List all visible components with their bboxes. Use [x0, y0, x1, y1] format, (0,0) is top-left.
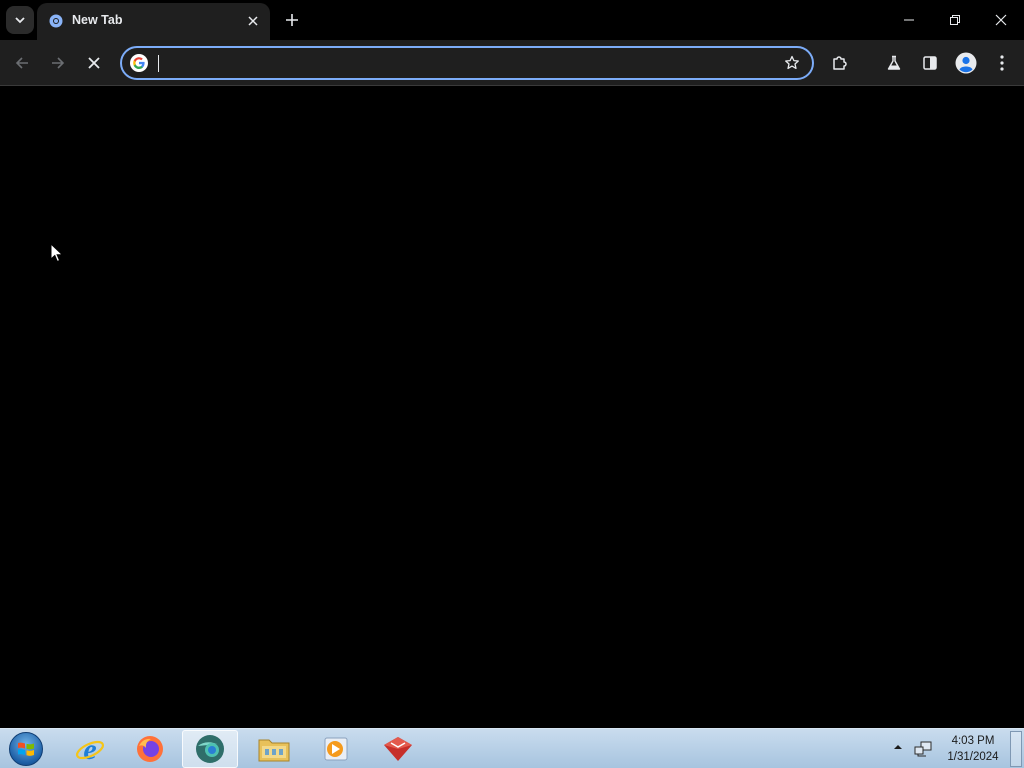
taskbar-app-red[interactable] [370, 730, 426, 768]
internet-explorer-icon: e [75, 733, 105, 765]
minimize-icon [904, 19, 914, 21]
forward-button[interactable] [44, 49, 72, 77]
firefox-icon [137, 736, 163, 762]
close-icon [248, 16, 258, 26]
taskbar-file-explorer[interactable] [246, 730, 302, 768]
browser-menu-button[interactable] [988, 49, 1016, 77]
close-icon [995, 14, 1007, 26]
mouse-cursor-icon [50, 243, 64, 263]
kebab-menu-icon [1000, 55, 1004, 71]
new-tab-button[interactable] [280, 8, 304, 32]
star-icon [785, 55, 799, 70]
taskbar-chromium[interactable] [182, 730, 238, 768]
title-bar: New Tab [0, 0, 1024, 40]
taskbar-firefox[interactable] [122, 730, 178, 768]
restore-icon [950, 15, 960, 25]
bookmark-button[interactable] [782, 53, 802, 73]
start-button[interactable] [6, 730, 46, 768]
extensions-button[interactable] [826, 49, 854, 77]
back-button[interactable] [8, 49, 36, 77]
google-icon [130, 54, 148, 72]
triangle-up-icon[interactable] [892, 742, 904, 752]
tab-title: New Tab [72, 13, 123, 27]
chromium-icon [196, 735, 224, 763]
show-desktop-button[interactable] [1010, 731, 1022, 767]
labs-button[interactable] [880, 49, 908, 77]
windows-orb-icon [9, 732, 43, 766]
browser-toolbar [0, 40, 1024, 112]
clock-time: 4:03 PM [951, 735, 995, 747]
taskbar: e 4:03 PM 1/31/2024 [0, 728, 1024, 768]
arrow-right-icon [52, 57, 65, 69]
close-window-button[interactable] [978, 0, 1024, 40]
address-input[interactable] [156, 52, 756, 74]
taskbar-internet-explorer[interactable]: e [62, 730, 118, 768]
plus-icon [286, 14, 298, 26]
app-red-icon [384, 737, 412, 761]
puzzle-icon [833, 56, 847, 70]
flask-icon [887, 55, 901, 70]
profile-button[interactable] [952, 49, 980, 77]
text-caret [158, 55, 159, 72]
file-explorer-icon [258, 739, 290, 762]
clock-date: 1/31/2024 [947, 751, 999, 763]
tab-search-button[interactable] [6, 6, 34, 34]
side-panel-button[interactable] [916, 49, 944, 77]
network-icon[interactable] [914, 741, 932, 757]
tab-close-button[interactable] [244, 12, 262, 30]
media-player-icon [324, 737, 348, 761]
avatar-icon [955, 52, 977, 74]
tab-new-tab[interactable]: New Tab [37, 3, 270, 40]
close-icon [88, 57, 100, 69]
stop-button[interactable] [80, 49, 108, 77]
address-bar[interactable] [120, 46, 814, 80]
arrow-left-icon [15, 57, 28, 69]
chromium-icon [49, 14, 63, 28]
taskbar-media-player[interactable] [308, 730, 364, 768]
minimize-button[interactable] [886, 0, 932, 40]
restore-button[interactable] [932, 0, 978, 40]
svg-text:e: e [83, 733, 96, 765]
chevron-down-icon [15, 17, 25, 24]
page-content [0, 87, 1024, 728]
side-panel-icon [923, 56, 937, 70]
system-clock[interactable]: 4:03 PM 1/31/2024 [940, 733, 1006, 765]
